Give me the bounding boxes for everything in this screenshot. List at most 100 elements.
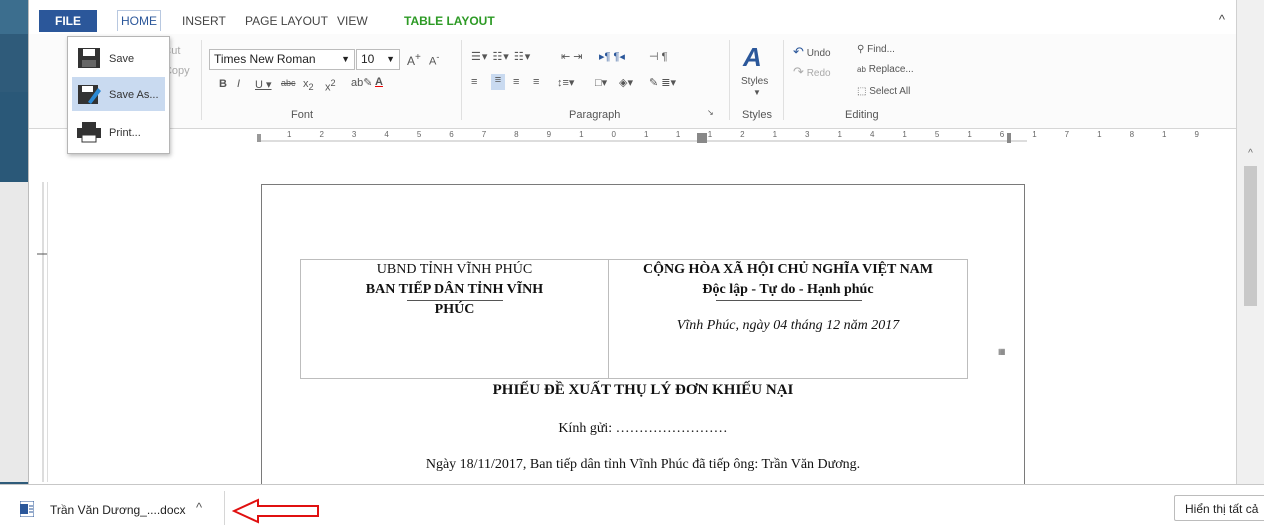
replace-button[interactable]: ab Replace... — [857, 64, 914, 75]
tab-insert[interactable]: INSERT — [182, 14, 226, 28]
dropdown-arrow-icon: ▼ — [386, 54, 395, 64]
grow-font-icon[interactable]: A+ — [407, 52, 421, 68]
find-button[interactable]: ⚲ Find... — [857, 44, 895, 55]
styles-icon[interactable]: A — [743, 42, 762, 73]
line-spacing-icon[interactable]: ↕≡▾ — [557, 76, 574, 89]
group-divider — [201, 40, 202, 120]
body-line: Ngày 18/11/2017, Ban tiếp dân tỉnh Vĩnh … — [425, 457, 861, 472]
show-all-downloads-button[interactable]: Hiển thị tất cả — [1174, 495, 1264, 521]
save-icon — [78, 48, 100, 68]
printer-icon — [77, 122, 101, 143]
superscript-icon[interactable]: x2 — [325, 78, 336, 94]
styles-button[interactable]: Styles — [741, 76, 768, 87]
place-date: Vĩnh Phúc, ngày 04 tháng 12 năm 2017 — [676, 318, 900, 333]
align-center-icon[interactable]: ≡ — [491, 74, 505, 90]
tab-home[interactable]: HOME — [117, 10, 161, 31]
shrink-font-icon[interactable]: A- — [429, 52, 439, 68]
greeting-line: Kính gửi: …………………… — [558, 421, 728, 436]
bold-icon[interactable]: B — [219, 78, 227, 90]
redo-button[interactable]: ↷ Redo — [793, 64, 831, 80]
dropdown-arrow-icon: ▼ — [753, 88, 761, 97]
indent-icons[interactable]: ⇤ ⇥ — [561, 50, 583, 63]
font-size-value: 10 — [361, 52, 375, 66]
highlight-color-icon[interactable]: ab✎ — [351, 76, 372, 89]
ruler-numbers: 12345678910111213141516171819 — [287, 130, 1227, 139]
save-as-icon — [78, 85, 101, 104]
align-left-icon[interactable]: ≡ — [471, 76, 477, 88]
download-bar: Trần Văn Dương_....docx ^ Hiển thị tất c… — [0, 484, 1264, 532]
download-divider — [224, 491, 225, 525]
collapse-ribbon-icon[interactable]: ^ — [1219, 12, 1225, 27]
group-divider — [729, 40, 730, 120]
font-name-select[interactable]: Times New Roman ▼ — [209, 49, 355, 70]
download-options-chevron-icon[interactable]: ^ — [196, 500, 202, 515]
find-label: Find... — [867, 44, 895, 55]
file-menu-print[interactable]: Print... — [72, 115, 165, 149]
table-move-handle-icon[interactable]: ▦ — [998, 347, 1006, 356]
save-as-label: Save As... — [109, 89, 159, 101]
group-divider — [783, 40, 784, 120]
file-menu-save-as[interactable]: Save As... — [72, 77, 165, 111]
scroll-up-icon[interactable]: ^ — [1244, 148, 1257, 159]
dropdown-arrow-icon: ▼ — [341, 54, 350, 64]
bullets-icon[interactable]: ☰▾ ☷▾ ☷▾ — [471, 50, 531, 63]
file-menu-save[interactable]: Save — [72, 41, 165, 75]
font-name-value: Times New Roman — [214, 52, 316, 66]
left-header-underline — [407, 300, 503, 301]
save-label: Save — [109, 53, 135, 65]
redo-icon: ↷ — [793, 64, 804, 79]
scrollbar-thumb[interactable] — [1244, 166, 1257, 306]
print-label: Print... — [109, 127, 141, 139]
shading-icon[interactable]: ◈▾ — [619, 76, 633, 89]
vertical-ruler-ticks — [37, 182, 47, 482]
horizontal-ruler: 12345678910111213141516171819 — [257, 130, 1199, 144]
ltr-icon[interactable]: ▸¶ ¶◂ — [599, 50, 625, 63]
underline-icon[interactable]: U ▾ — [255, 78, 272, 91]
italic-icon[interactable]: I — [237, 78, 240, 90]
right-header-line1: CỘNG HÒA XÃ HỘI CHỦ NGHĨA VIỆT NAM — [642, 262, 933, 277]
red-arrow-annotation-icon — [232, 498, 319, 524]
left-header-line1: UBND TỈNH VĨNH PHÚC — [376, 262, 533, 277]
redo-label: Redo — [806, 68, 831, 79]
pilcrow-icon[interactable]: ⊣ ¶ — [649, 50, 668, 63]
undo-button[interactable]: ↶ Undo — [793, 44, 831, 60]
word-document-icon — [20, 501, 34, 517]
undo-label: Undo — [806, 48, 831, 59]
justify-icon[interactable]: ≡ — [533, 76, 539, 88]
background-window-edge — [0, 0, 28, 484]
select-all-label: Select All — [869, 86, 911, 97]
strikethrough-icon[interactable]: abc — [281, 78, 296, 88]
tab-page-layout[interactable]: PAGE LAYOUT — [245, 14, 328, 28]
font-color-icon[interactable]: A — [375, 76, 383, 88]
word-editor-window: FILE HOME INSERT PAGE LAYOUT VIEW TABLE … — [28, 0, 1237, 485]
document-page[interactable]: UBND TỈNH VĨNH PHÚC BAN TIẾP DÂN TỈNH VĨ… — [261, 184, 1025, 485]
subscript-icon[interactable]: x2 — [303, 78, 314, 92]
tab-table-layout[interactable]: TABLE LAYOUT — [404, 14, 495, 28]
right-header-line2: Độc lập - Tự do - Hạnh phúc — [702, 282, 874, 297]
ribbon-tab-bar: FILE HOME INSERT PAGE LAYOUT VIEW TABLE … — [29, 0, 1237, 34]
left-header-line3: PHÚC — [434, 302, 475, 317]
replace-label: Replace... — [868, 64, 914, 75]
select-all-button[interactable]: ⬚ Select All — [857, 86, 910, 97]
header-table: UBND TỈNH VĨNH PHÚC BAN TIẾP DÂN TỈNH VĨ… — [300, 259, 968, 379]
table-style-icon[interactable]: ✎ ≣▾ — [649, 76, 676, 89]
ribbon-home: ✂ Cut ❐ Copy Times New Roman ▼ 10 ▼ A+ A… — [29, 34, 1237, 129]
vertical-scrollbar[interactable]: ^ — [1236, 0, 1264, 484]
binoculars-icon: ⚲ — [857, 44, 865, 55]
tab-view[interactable]: VIEW — [337, 14, 368, 28]
file-menu: Save Save As... Print... — [67, 36, 170, 154]
select-all-icon: ⬚ — [857, 86, 867, 97]
styles-group-label: Styles — [742, 109, 772, 121]
document-title: PHIẾU ĐỀ XUẤT THỤ LÝ ĐƠN KHIẾU NẠI — [492, 382, 794, 398]
borders-icon[interactable]: □▾ — [595, 76, 607, 89]
vertical-ruler — [33, 182, 48, 482]
paragraph-dialog-launcher-icon[interactable]: ↘ — [707, 108, 714, 117]
align-right-icon[interactable]: ≡ — [513, 76, 519, 88]
replace-icon: ab — [857, 65, 866, 74]
group-divider — [461, 40, 462, 120]
paragraph-group-label: Paragraph — [569, 109, 621, 121]
tab-file[interactable]: FILE — [39, 10, 97, 32]
font-size-select[interactable]: 10 ▼ — [356, 49, 400, 70]
download-file-name[interactable]: Trần Văn Dương_....docx — [50, 503, 186, 517]
right-header-underline — [716, 300, 862, 301]
